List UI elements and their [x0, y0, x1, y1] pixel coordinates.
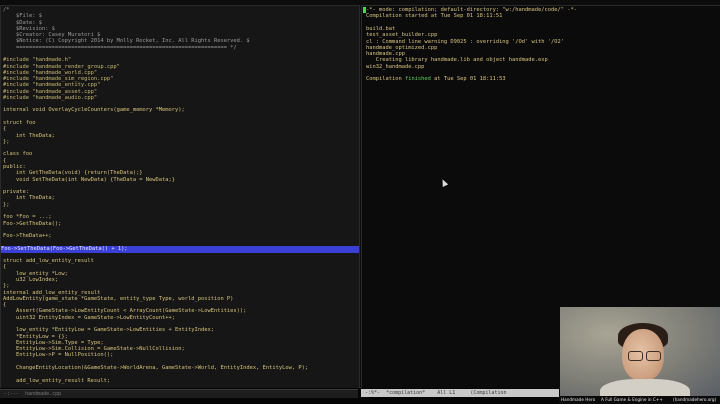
caption-subtitle: A Full Game & Engine in C++ [601, 397, 663, 402]
right-modeline-text: -:%*- *compilation* All L1 (Compilation [365, 390, 507, 396]
output-text: build.bat [366, 25, 396, 32]
output-text: Compilation started at Tue Sep 01 18:11:… [366, 13, 503, 20]
code-line[interactable]: add_low_entity_result Result; [3, 378, 359, 385]
webcam-person-glasses [646, 351, 661, 361]
webcam-person-glasses [628, 351, 643, 361]
right-modeline: -:%*- *compilation* All L1 (Compilation [361, 389, 559, 397]
output-text: Creating library handmade.lib and object… [366, 57, 548, 64]
output-text: Compilation [366, 76, 405, 83]
output-text: handmade_optimized.cpp [366, 44, 438, 51]
stream-caption-bar: Handmade Hero A Full Game & Engine in C+… [559, 396, 720, 404]
caption-title: Handmade Hero [561, 397, 596, 402]
webcam-person-shirt [600, 379, 690, 397]
output-text: handmade.cpp [366, 51, 405, 58]
output-text: -*- mode: compilation; default-directory… [366, 7, 577, 13]
output-text: win32_handmade.cpp [366, 63, 425, 70]
compilation-output-line[interactable]: Compilation finished at Tue Sep 01 18:11… [366, 76, 720, 83]
output-text: test_asset_builder.cpp [366, 32, 438, 39]
left-modeline: -:--- handmade.cpp [0, 389, 358, 398]
webcam-overlay [560, 307, 720, 397]
output-text: at Tue Sep 01 18:11:53 [430, 76, 506, 83]
compilation-status-word: finished [404, 76, 431, 83]
output-text: cl : Command line warning D9025 : overri… [366, 38, 564, 45]
editor-pane-left[interactable]: /* $File: $ $Date: $ $Revision: $ $Creat… [0, 5, 360, 389]
caption-url: (handmadehero.org) [673, 397, 717, 402]
left-modeline-text: -:--- handmade.cpp [4, 391, 62, 397]
